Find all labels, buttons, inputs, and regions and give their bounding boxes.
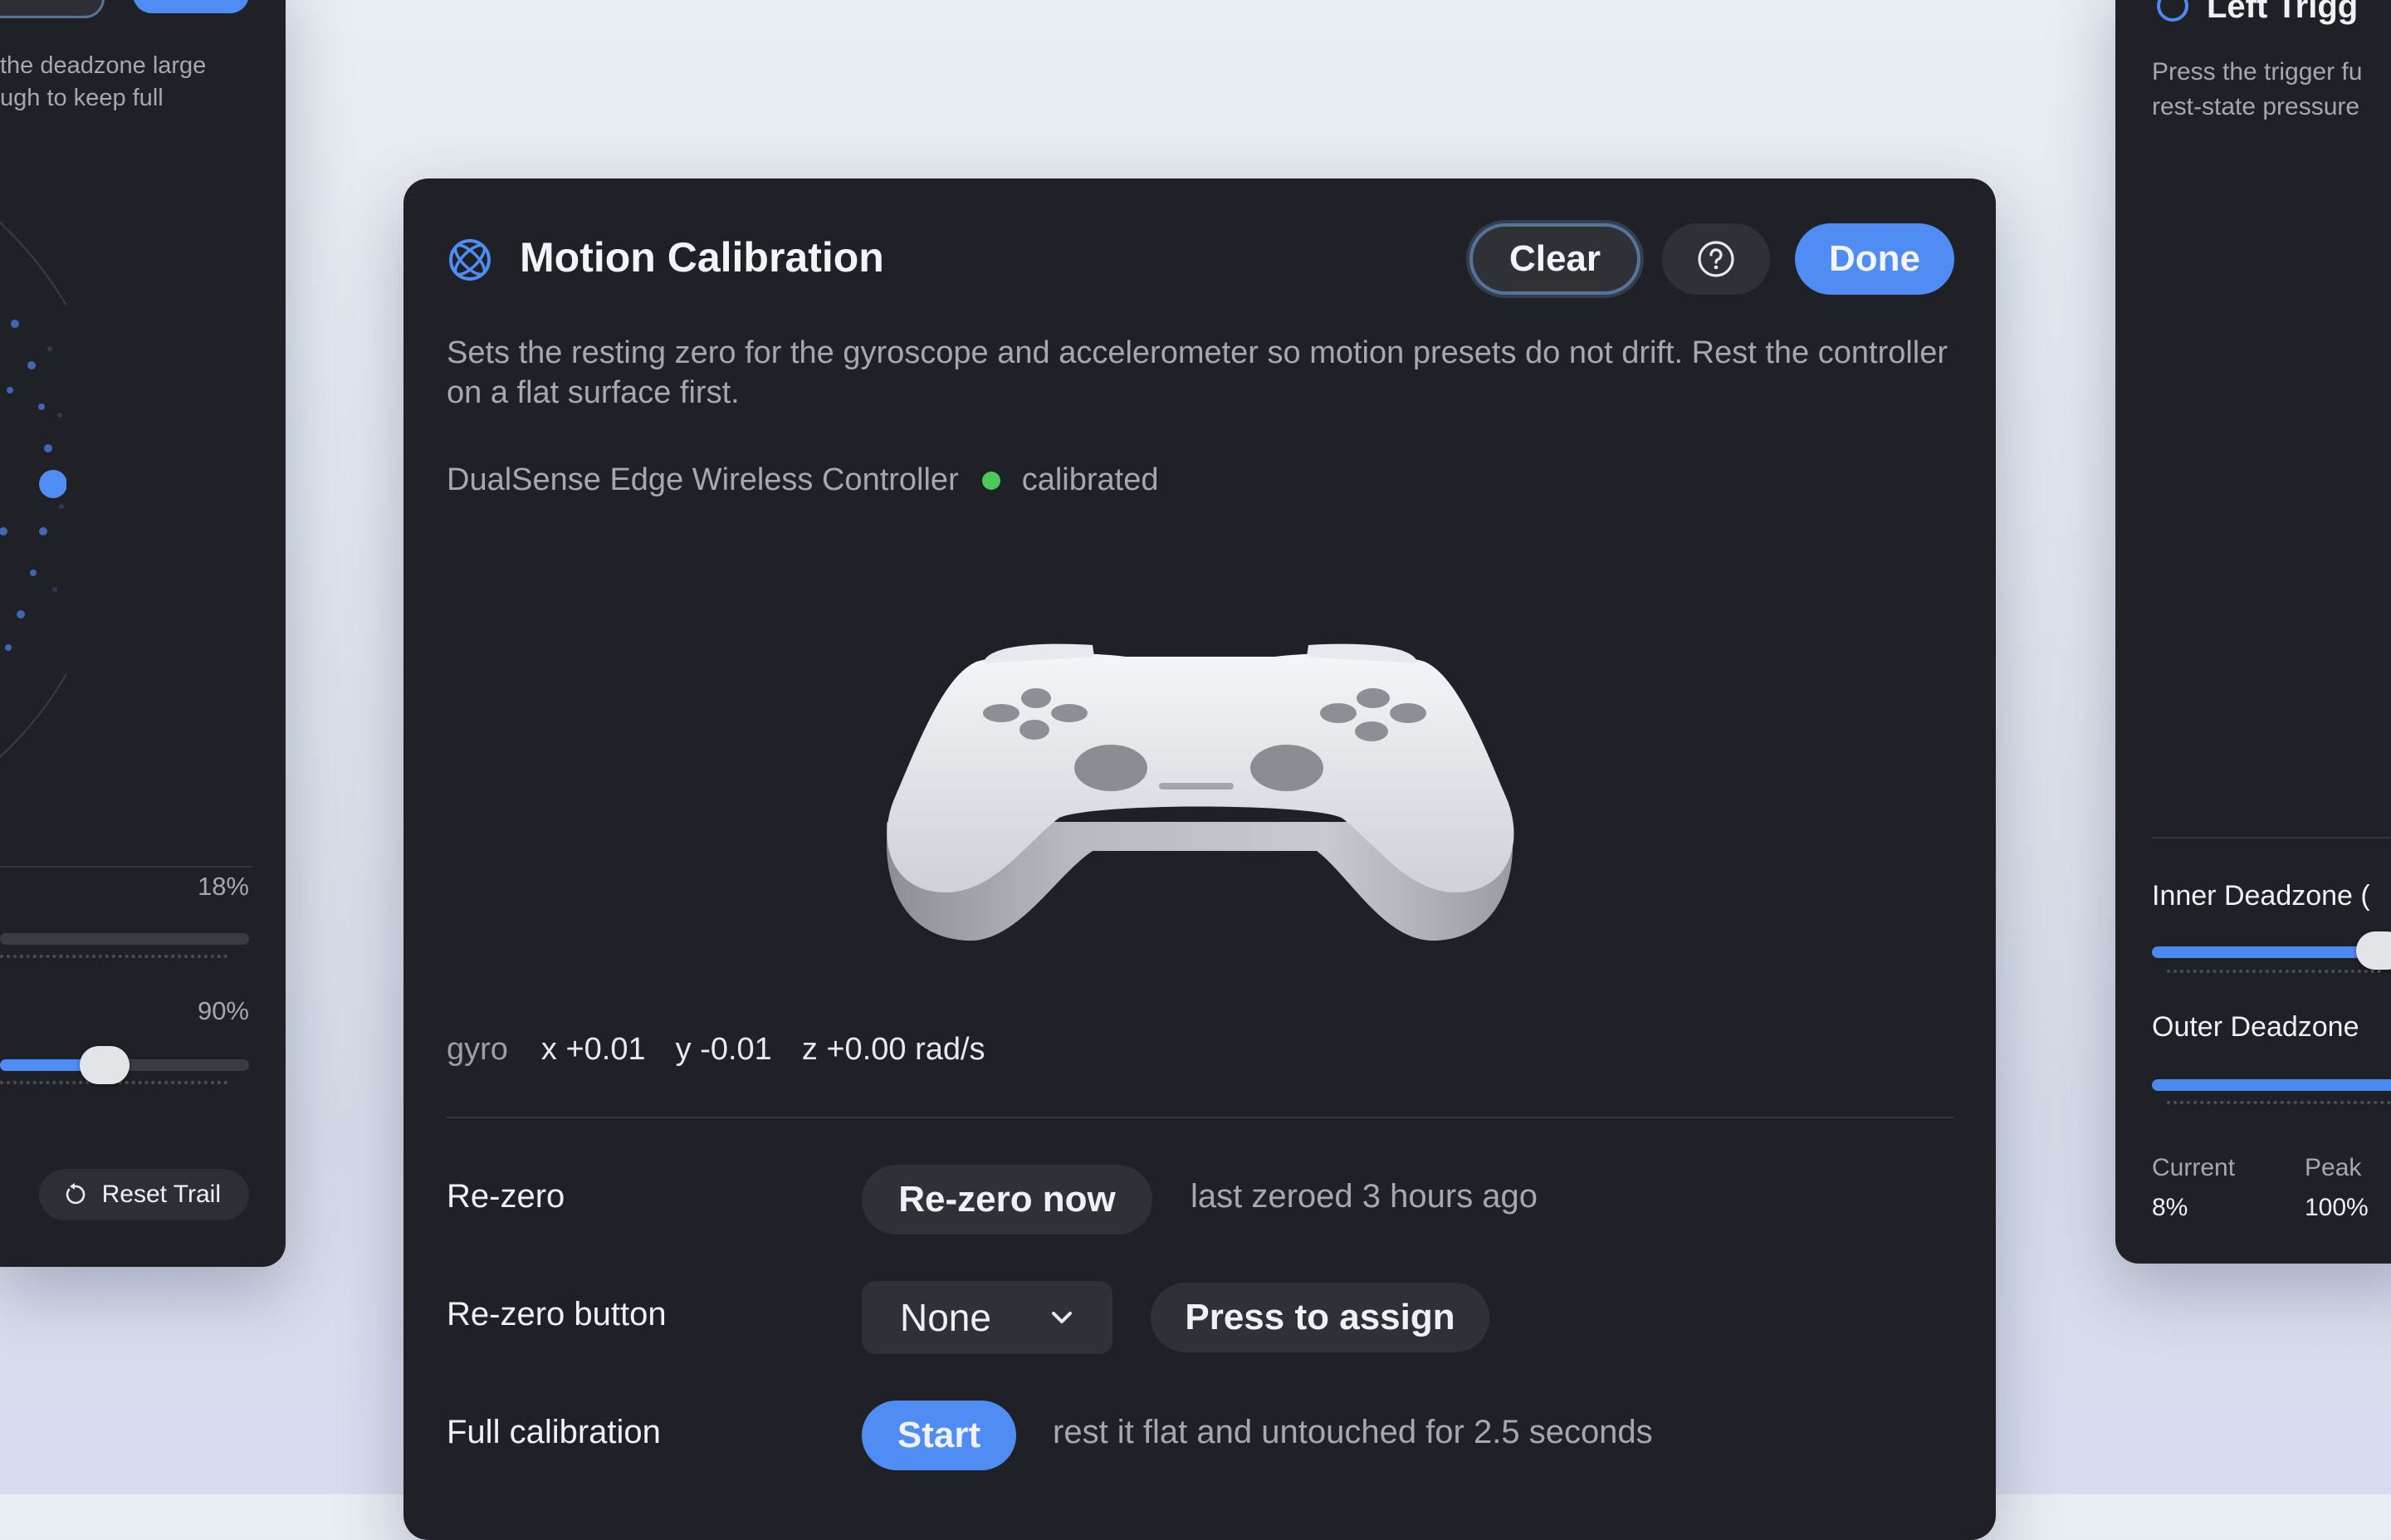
done-button[interactable]: Done bbox=[1795, 223, 1954, 295]
trigger-desc-line-1: Press the trigger fu bbox=[2152, 58, 2363, 86]
trigger-panel-description: Press the trigger fu rest-state pressure bbox=[2152, 55, 2362, 125]
peak-value: 100% bbox=[2305, 1194, 2369, 1221]
reset-trail-label: Reset Trail bbox=[101, 1181, 221, 1208]
trigger-outer-deadzone-slider[interactable] bbox=[2152, 1079, 2391, 1091]
peak-label: Peak bbox=[2305, 1154, 2362, 1181]
rezero-label: Re-zero bbox=[447, 1178, 565, 1215]
inner-deadzone-slider[interactable] bbox=[0, 933, 249, 945]
rezero-now-button[interactable]: Re-zero now bbox=[862, 1165, 1152, 1234]
gyro-y-value: y -0.01 bbox=[675, 1032, 772, 1067]
outer-deadzone-thumb[interactable] bbox=[80, 1046, 130, 1084]
left-desc-line-1: the deadzone large bbox=[0, 52, 207, 79]
motion-calibration-dialog: Motion Calibration Clear Done Sets the r… bbox=[403, 178, 1996, 1540]
last-zeroed-text: last zeroed 3 hours ago bbox=[1191, 1178, 1538, 1215]
status-indicator-dot bbox=[981, 471, 1000, 490]
chevron-down-icon bbox=[1052, 1312, 1072, 1323]
trigger-outer-fill bbox=[2152, 1079, 2391, 1091]
start-calibration-button[interactable]: Start bbox=[862, 1401, 1016, 1470]
reset-trail-button[interactable]: Reset Trail bbox=[38, 1169, 249, 1220]
current-label: Current bbox=[2152, 1154, 2236, 1181]
trigger-panel-title: Left Trigg bbox=[2207, 0, 2359, 25]
gyro-z-value: z +0.00 rad/s bbox=[801, 1032, 985, 1067]
rezero-button-label: Re-zero button bbox=[447, 1296, 667, 1332]
trigger-inner-deadzone-slider[interactable] bbox=[2152, 946, 2391, 958]
rezero-button-selected: None bbox=[900, 1296, 991, 1339]
trigger-panel-divider bbox=[2152, 837, 2391, 838]
left-panel-description: the deadzone large ugh to keep full bbox=[0, 50, 206, 115]
gyroscope-icon bbox=[449, 239, 491, 281]
current-value: 8% bbox=[2152, 1194, 2188, 1221]
trigger-icon bbox=[2157, 0, 2188, 22]
full-calibration-label: Full calibration bbox=[447, 1414, 661, 1450]
device-status: calibrated bbox=[1021, 462, 1159, 497]
trigger-inner-thumb[interactable] bbox=[2356, 931, 2391, 970]
left-panel-top-button[interactable] bbox=[0, 0, 105, 18]
dialog-title: Motion Calibration bbox=[520, 234, 884, 281]
trigger-inner-ticks bbox=[2167, 970, 2381, 973]
gyro-x-value: x +0.01 bbox=[540, 1032, 646, 1067]
gyro-label: gyro bbox=[447, 1032, 508, 1067]
trigger-outer-ticks bbox=[2167, 1101, 2391, 1104]
reset-arrow-icon bbox=[66, 1183, 85, 1205]
outer-deadzone-value: 90% bbox=[197, 996, 249, 1025]
calibration-hint: rest it flat and untouched for 2.5 secon… bbox=[1053, 1414, 1653, 1450]
left-panel-done-button[interactable] bbox=[133, 0, 249, 13]
stick-position-dot bbox=[39, 470, 66, 498]
inner-deadzone-label: Inner Deadzone ( bbox=[2152, 880, 2370, 912]
left-trigger-panel: Left Trigg Press the trigger fu rest-sta… bbox=[2115, 0, 2391, 1264]
stick-trail-visualizer bbox=[0, 221, 66, 759]
clear-button[interactable]: Clear bbox=[1469, 223, 1640, 295]
inner-deadzone-ticks bbox=[0, 955, 227, 958]
dialog-description: Sets the resting zero for the gyroscope … bbox=[447, 335, 1948, 410]
rezero-button-select[interactable]: None bbox=[862, 1281, 1112, 1354]
question-circle-icon bbox=[1698, 241, 1734, 277]
controller-3d-preview bbox=[886, 643, 1514, 941]
outer-deadzone-label: Outer Deadzone bbox=[2152, 1011, 2359, 1043]
gyro-readout: gyro x +0.01 y -0.01 z +0.00 rad/s bbox=[447, 1032, 985, 1068]
press-to-assign-button[interactable]: Press to assign bbox=[1151, 1283, 1489, 1352]
left-desc-line-2: ugh to keep full bbox=[0, 85, 164, 111]
inner-deadzone-value: 18% bbox=[197, 872, 249, 901]
trigger-inner-fill bbox=[2152, 946, 2368, 958]
left-stick-panel: the deadzone large ugh to keep full 18% … bbox=[0, 0, 286, 1267]
device-name: DualSense Edge Wireless Controller bbox=[447, 462, 959, 497]
trigger-desc-line-2: rest-state pressure bbox=[2152, 93, 2360, 120]
dialog-divider bbox=[447, 1117, 1954, 1118]
device-status-row: DualSense Edge Wireless Controller calib… bbox=[447, 462, 1159, 498]
left-panel-divider bbox=[0, 866, 252, 868]
help-button[interactable] bbox=[1662, 223, 1770, 295]
